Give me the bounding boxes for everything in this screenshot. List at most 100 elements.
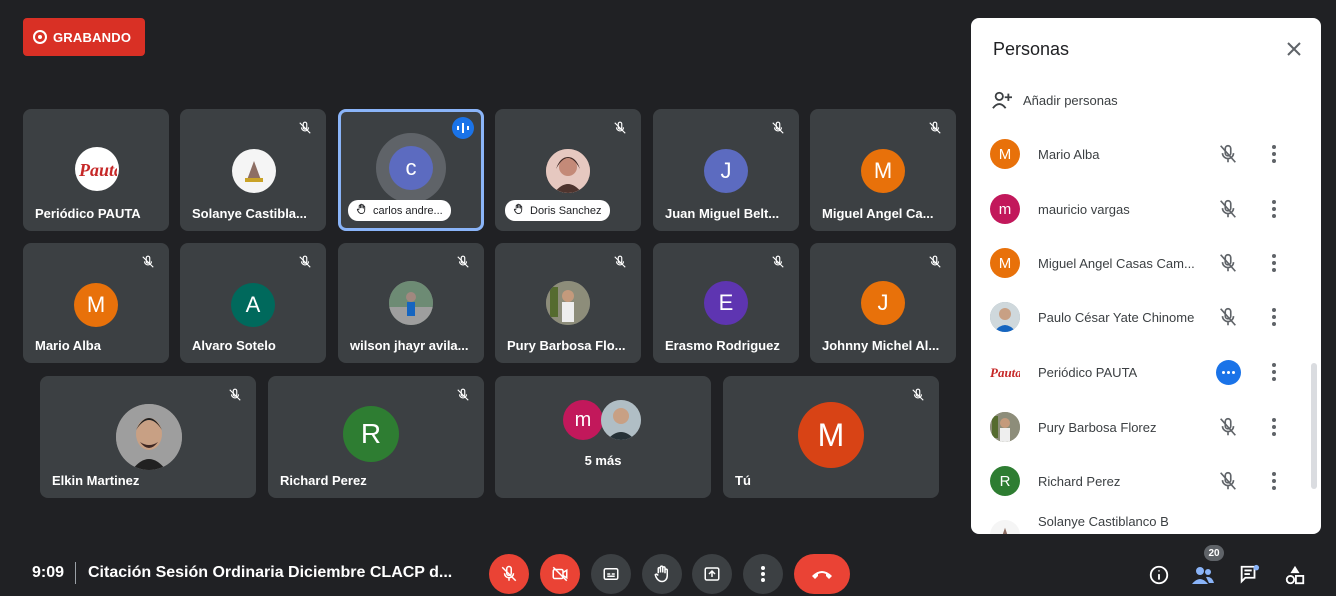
participant-tile[interactable]: M Miguel Angel Ca... [810, 109, 956, 231]
raise-hand-button[interactable] [642, 554, 682, 594]
mic-off-icon [501, 565, 517, 582]
speaking-indicator-icon [452, 117, 474, 139]
svg-text:Pauta: Pauta [990, 365, 1020, 380]
participant-name: Mario Alba [35, 338, 101, 353]
person-row[interactable]: Pury Barbosa Florez [971, 400, 1311, 454]
panel-title: Personas [993, 39, 1070, 59]
mic-off-icon [924, 251, 946, 273]
person-row[interactable]: R Richard Perez [971, 454, 1311, 508]
participant-name: Elkin Martinez [52, 473, 140, 488]
camera-toggle-button[interactable] [540, 554, 580, 594]
leave-call-button[interactable] [794, 554, 850, 594]
more-vert-icon[interactable] [1267, 143, 1281, 165]
more-vert-icon[interactable] [1267, 306, 1281, 328]
participant-tile[interactable]: Pauta Periódico PAUTA [23, 109, 169, 231]
mic-off-icon [1217, 252, 1239, 274]
person-name: mauricio vargas [1038, 201, 1130, 217]
participant-name: Miguel Angel Ca... [822, 206, 934, 221]
participant-tile[interactable]: Pury Barbosa Flo... [495, 243, 641, 363]
close-panel-button[interactable] [1283, 38, 1305, 60]
profile-picture [546, 149, 590, 193]
profile-picture [601, 400, 641, 440]
initial-avatar: M [990, 139, 1020, 169]
hand-raised-icon [513, 203, 524, 218]
participant-tile[interactable]: M Mario Alba [23, 243, 169, 363]
participant-name: Doris Sanchez [530, 204, 602, 217]
self-tile[interactable]: M Tú [723, 376, 939, 498]
more-vert-icon[interactable] [1267, 470, 1281, 492]
person-name: Richard Perez [1038, 473, 1121, 489]
meeting-details-button[interactable] [1146, 562, 1172, 588]
chat-button[interactable] [1236, 562, 1262, 588]
participant-tile[interactable]: Doris Sanchez [495, 109, 641, 231]
more-vert-icon[interactable] [1267, 252, 1281, 274]
more-vert-icon[interactable] [1267, 198, 1281, 220]
participant-tile[interactable]: A Alvaro Sotelo [180, 243, 326, 363]
mic-off-icon [1217, 198, 1239, 220]
participant-tile[interactable]: wilson jhayr avila... [338, 243, 484, 363]
panel-scrollbar[interactable] [1311, 363, 1317, 489]
participant-tile[interactable]: Elkin Martinez [40, 376, 256, 498]
hand-raised-chip: Doris Sanchez [505, 200, 610, 221]
chat-icon [1240, 564, 1260, 584]
participant-name: Richard Perez [280, 473, 367, 488]
present-screen-button[interactable] [692, 554, 732, 594]
more-actions-icon[interactable] [1216, 359, 1241, 385]
add-people-button[interactable]: Añadir personas [991, 90, 1118, 110]
person-name: Mario Alba [1038, 146, 1100, 162]
participant-tile[interactable]: R Richard Perez [268, 376, 484, 498]
captions-button[interactable] [591, 554, 631, 594]
more-options-button[interactable] [743, 554, 783, 594]
person-row[interactable]: Pauta Periódico PAUTA [971, 345, 1311, 399]
people-panel: Personas Añadir personas M Mario Alba m … [971, 18, 1321, 534]
initial-avatar: c [389, 146, 433, 190]
person-name: Paulo César Yate Chinome [1038, 309, 1195, 325]
mic-off-icon [452, 384, 474, 406]
participant-tile[interactable]: Solanye Castibla... [180, 109, 326, 231]
more-vert-icon[interactable] [1267, 416, 1281, 438]
more-vert-icon[interactable] [1267, 361, 1281, 383]
participant-name: Solanye Castibla... [192, 206, 307, 221]
add-people-label: Añadir personas [1023, 92, 1118, 108]
mic-off-icon [1217, 143, 1239, 165]
person-row[interactable]: M Mario Alba [971, 127, 1311, 181]
people-icon [1192, 567, 1214, 584]
participant-tile-active[interactable]: c carlos andre... [338, 109, 484, 231]
initial-avatar: A [231, 283, 275, 327]
person-row[interactable]: m mauricio vargas [971, 182, 1311, 236]
participant-name: Alvaro Sotelo [192, 338, 276, 353]
hand-icon [654, 565, 668, 583]
mic-off-icon [767, 117, 789, 139]
participant-tile[interactable]: E Erasmo Rodriguez [653, 243, 799, 363]
activities-button[interactable] [1282, 562, 1308, 588]
profile-picture [389, 281, 433, 325]
participant-name: Juan Miguel Belt... [665, 206, 780, 221]
initial-avatar: M [861, 149, 905, 193]
present-icon [704, 567, 720, 581]
mic-off-icon [609, 117, 631, 139]
person-name: Periódico PAUTA [1038, 364, 1138, 380]
person-row[interactable]: Solanye Castiblanco B [971, 508, 1311, 534]
hand-raised-chip: carlos andre... [348, 200, 451, 221]
mic-off-icon [137, 251, 159, 273]
profile-picture [232, 149, 276, 193]
meeting-title: Citación Sesión Ordinaria Diciembre CLAC… [88, 564, 453, 581]
mic-off-icon [1217, 306, 1239, 328]
profile-picture [546, 281, 590, 325]
mic-off-icon [907, 384, 929, 406]
record-icon [33, 30, 47, 44]
person-row[interactable]: Paulo César Yate Chinome [971, 290, 1311, 344]
mic-off-icon [767, 251, 789, 273]
others-tile[interactable]: m 5 más [495, 376, 711, 498]
person-row[interactable]: M Miguel Angel Casas Cam... [971, 236, 1311, 290]
mic-off-icon [294, 117, 316, 139]
info-icon [1149, 565, 1169, 585]
mic-toggle-button[interactable] [489, 554, 529, 594]
people-button[interactable] [1190, 562, 1216, 588]
participant-tile[interactable]: J Johnny Michel Al... [810, 243, 956, 363]
participant-tile[interactable]: J Juan Miguel Belt... [653, 109, 799, 231]
activities-icon [1285, 565, 1305, 585]
initial-avatar: E [704, 281, 748, 325]
camera-off-icon [552, 566, 568, 582]
recording-badge[interactable]: GRABANDO [23, 18, 145, 56]
